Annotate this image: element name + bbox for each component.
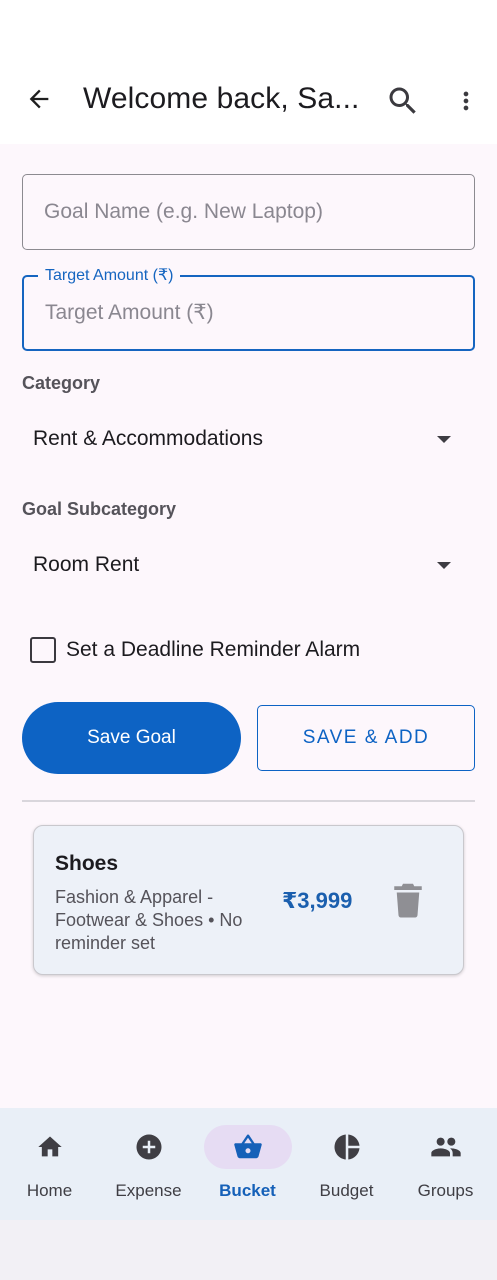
- bottom-navigation: Home Expense Bucket Budget Groups: [0, 1108, 497, 1220]
- nav-item-home[interactable]: Home: [0, 1108, 99, 1220]
- subcategory-selected-value: Room Rent: [33, 553, 140, 576]
- basket-icon: [233, 1134, 262, 1159]
- dropdown-arrow-icon: [437, 561, 451, 569]
- back-button[interactable]: [22, 82, 56, 116]
- app-title: Welcome back, Sa...: [83, 82, 360, 115]
- deadline-reminder-row[interactable]: Set a Deadline Reminder Alarm: [30, 637, 360, 663]
- target-amount-field: Target Amount (₹): [22, 265, 475, 351]
- arrow-left-icon: [29, 89, 49, 109]
- pie-chart-icon: [334, 1134, 359, 1160]
- nav-item-bucket[interactable]: Bucket: [198, 1108, 297, 1220]
- nav-icon-container: [105, 1125, 193, 1169]
- home-icon: [37, 1136, 62, 1157]
- nav-label: Home: [26, 1181, 73, 1200]
- goal-card-name: Shoes: [55, 852, 119, 875]
- subcategory-label: Goal Subcategory: [22, 499, 177, 519]
- delete-goal-button[interactable]: [393, 881, 423, 919]
- nav-label: Groups: [417, 1181, 474, 1200]
- deadline-reminder-label: Set a Deadline Reminder Alarm: [66, 638, 361, 661]
- more-options-button[interactable]: [452, 82, 480, 120]
- nav-label: Expense: [115, 1181, 182, 1200]
- status-bar-area: [0, 0, 497, 60]
- nav-item-groups[interactable]: Groups: [396, 1108, 495, 1220]
- category-selected-value: Rent & Accommodations: [33, 427, 263, 450]
- more-vertical-icon: [463, 91, 469, 111]
- nav-label: Budget: [319, 1181, 374, 1200]
- target-amount-input[interactable]: [24, 277, 473, 349]
- goal-name-field: [22, 174, 475, 250]
- goal-card[interactable]: Shoes Fashion & Apparel - Footwear & Sho…: [33, 825, 464, 975]
- category-dropdown[interactable]: Rent & Accommodations: [22, 411, 475, 467]
- trash-icon: [394, 883, 422, 918]
- subcategory-dropdown[interactable]: Room Rent: [22, 537, 475, 593]
- target-amount-label: Target Amount (₹): [38, 265, 181, 285]
- system-gesture-area: [0, 1220, 497, 1280]
- add-circle-icon: [136, 1134, 161, 1160]
- goal-name-input[interactable]: [23, 175, 474, 249]
- category-label: Category: [22, 373, 101, 393]
- groups-icon: [430, 1137, 461, 1157]
- goal-card-amount: ₹3,999: [282, 888, 353, 913]
- nav-item-budget[interactable]: Budget: [297, 1108, 396, 1220]
- dropdown-arrow-icon: [437, 435, 451, 443]
- nav-icon-container: [303, 1125, 391, 1169]
- nav-icon-container: [6, 1125, 94, 1169]
- nav-label: Bucket: [219, 1181, 276, 1200]
- nav-item-expense[interactable]: Expense: [99, 1108, 198, 1220]
- divider: [22, 800, 475, 802]
- nav-icon-container: [203, 1125, 292, 1169]
- goal-card-details: Fashion & Apparel - Footwear & Shoes • N…: [55, 887, 243, 953]
- search-button[interactable]: [384, 82, 422, 120]
- app-bar: Welcome back, Sa...: [0, 60, 497, 144]
- save-goal-button[interactable]: Save Goal: [22, 702, 241, 774]
- search-icon: [389, 87, 416, 114]
- goal-form-screen: Target Amount (₹) Category Rent & Accomm…: [0, 144, 497, 1108]
- deadline-reminder-checkbox[interactable]: [30, 637, 56, 663]
- nav-icon-container: [402, 1125, 490, 1169]
- save-and-add-button[interactable]: SAVE & ADD: [257, 705, 475, 771]
